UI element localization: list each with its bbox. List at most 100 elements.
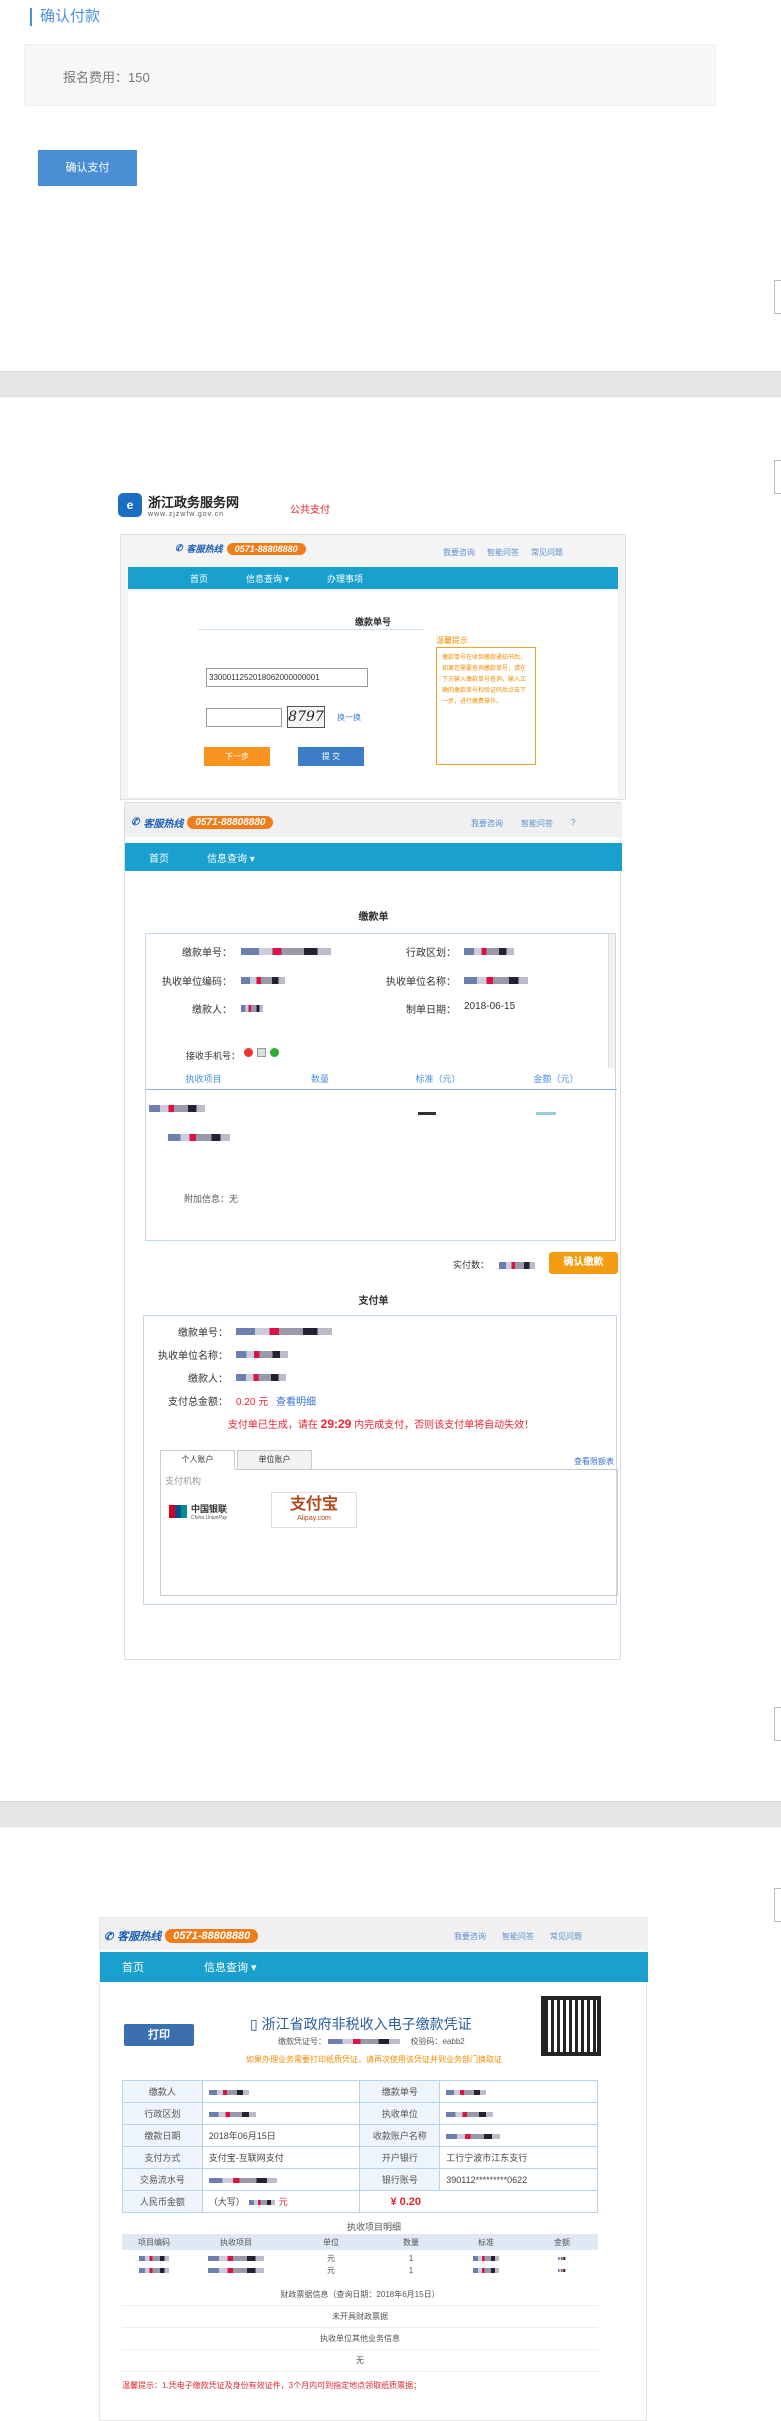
items-title: 执收项目明细 xyxy=(346,2222,401,2232)
captcha-input[interactable] xyxy=(206,708,282,727)
item-name-value xyxy=(168,1134,230,1142)
faq-link[interactable]: 常见问题 xyxy=(550,1931,582,1942)
hotline-number: 0571-88808880 xyxy=(226,542,306,555)
rmb-row: 人民币金额 （大写） 元 ¥ 0.20 xyxy=(122,2190,598,2213)
nav-home[interactable]: 首页 xyxy=(149,850,169,865)
receipt-row: 缴款人 缴款单号 xyxy=(122,2080,598,2103)
consult-link[interactable]: 我要咨询 xyxy=(471,818,503,829)
items-header: 项目编码 执收项目 单位 数量 标准 金额 xyxy=(122,2234,598,2250)
help-icon[interactable]: ? xyxy=(571,818,575,829)
site-name: 浙江政务服务网 xyxy=(148,496,240,511)
pay-box: 缴款单号： 执收单位名称： 缴款人： 支付总金额： 0.20 元 查看明细 支付… xyxy=(143,1315,618,1605)
bill-scrollbar[interactable] xyxy=(608,934,615,1068)
total-amount-value: 0.20 元 xyxy=(236,1397,269,1408)
items-col-std: 标准 xyxy=(478,2237,494,2247)
hotline-number: 0571-88808880 xyxy=(187,816,274,829)
separator-band xyxy=(0,371,781,398)
unit-other-info-value: 无 xyxy=(122,2350,598,2372)
side-edge-marker xyxy=(774,1888,781,1922)
unit-other-info: 执收单位其他业务信息 xyxy=(122,2328,598,2350)
receipt-panel: ✆ 客服热线 0571-88808880 我要咨询 智能问答 常见问题 首页 信… xyxy=(99,1917,648,2421)
bill-number-input[interactable]: 3300011252018062000000001 xyxy=(206,668,368,687)
smart-qa-link[interactable]: 智能问答 xyxy=(502,1931,534,1942)
item-unit: 元 xyxy=(327,2265,335,2275)
no-finance-bill: 未开具财政票据 xyxy=(122,2306,598,2328)
items-col-unit: 单位 xyxy=(323,2237,339,2247)
side-edge-marker xyxy=(774,460,781,494)
redacted-value xyxy=(446,2089,487,2095)
side-edge-marker xyxy=(774,280,781,314)
unionpay-en: China UnionPay xyxy=(191,1514,228,1521)
nav-bar: 首页 信息查询 ▾ 办理事项 xyxy=(128,567,618,589)
remove-icon[interactable] xyxy=(244,1048,253,1057)
pay-org-label: 支付机构 xyxy=(165,1476,202,1486)
hotline: ✆ 客服热线 0571-88808880 xyxy=(175,542,306,555)
redacted-value xyxy=(208,2111,256,2117)
nav-home[interactable]: 首页 xyxy=(190,572,208,585)
nav-info-query[interactable]: 信息查询 ▾ xyxy=(246,572,289,585)
items-col-qty: 数量 xyxy=(403,2237,419,2247)
portal-logo-icon: e xyxy=(118,493,142,517)
consult-link[interactable]: 我要咨询 xyxy=(443,547,475,558)
receipt-field-value: 支付宝-互联网支付 xyxy=(201,2146,361,2169)
receipt-field-value xyxy=(201,2168,361,2191)
consult-link[interactable]: 我要咨询 xyxy=(454,1931,486,1942)
receipt-field-value: 390112*********0622 xyxy=(439,2168,598,2191)
voucher-label: 缴款凭证号： xyxy=(278,2037,326,2046)
nav-bar: 首页 信息查询 ▾ xyxy=(100,1952,648,1982)
add-icon[interactable] xyxy=(270,1048,279,1057)
portal-logo[interactable]: e 浙江政务服务网 www.zjzwfw.gov.cn xyxy=(118,492,239,518)
amount-due-label: 实付数： xyxy=(453,1260,490,1270)
item-row: 元 1 xyxy=(122,2264,598,2276)
account-tabs: 个人账户 单位账户 查看限额表 xyxy=(160,1450,618,1470)
smart-qa-link[interactable]: 智能问答 xyxy=(487,547,519,558)
redacted-value xyxy=(446,2133,501,2139)
tab-company[interactable]: 单位账户 xyxy=(237,1450,312,1470)
bill-number-label: 缴款单号： xyxy=(182,948,232,959)
submit-button[interactable]: 提 交 xyxy=(298,747,364,766)
next-step-button[interactable]: 下一步 xyxy=(204,747,270,766)
faq-link[interactable]: 常见问题 xyxy=(531,547,563,558)
view-detail-link[interactable]: 查看明细 xyxy=(276,1393,316,1408)
redacted-value xyxy=(208,2177,277,2183)
receipt-field-label: 支付方式 xyxy=(122,2146,203,2169)
receipt-footer-block: 财政票据信息（查询日期：2018年6月15日） 未开具财政票据 执收单位其他业务… xyxy=(122,2284,598,2372)
refresh-captcha-link[interactable]: 换一换 xyxy=(337,712,361,723)
unionpay-option[interactable]: 中国银联 China UnionPay xyxy=(169,1496,245,1526)
pay-bill-number-value xyxy=(236,1328,332,1336)
finance-info: 财政票据信息（查询日期：2018年6月15日） xyxy=(122,2284,598,2306)
top-links: 我要咨询 智能问答 常见问题 xyxy=(454,1931,582,1942)
unit-name-value xyxy=(464,977,528,985)
nav-info-query[interactable]: 信息查询 ▾ xyxy=(207,850,255,865)
unit-code-label: 执收单位编码： xyxy=(162,977,232,988)
confirm-bill-payment-button[interactable]: 确认缴款 xyxy=(549,1252,618,1274)
edit-icon[interactable] xyxy=(257,1048,266,1057)
nav-home[interactable]: 首页 xyxy=(122,1959,144,1975)
item-row xyxy=(149,1101,205,1115)
pay-payer-value xyxy=(236,1374,286,1382)
alipay-en: Alipay.com xyxy=(297,1515,331,1522)
receipt-field-value xyxy=(201,2080,361,2103)
page-root: 确认付款 报名费用：150 确认支付 e 浙江政务服务网 www.zjzwfw.… xyxy=(0,0,781,2421)
items-header: 执收项目 数量 标准（元） 金额（元） xyxy=(146,1068,617,1090)
countdown-time: 29:29 xyxy=(320,1417,352,1431)
receipt-field-value xyxy=(439,2080,598,2103)
confirm-pay-button[interactable]: 确认支付 xyxy=(38,150,137,186)
smart-qa-link[interactable]: 智能问答 xyxy=(521,818,553,829)
region-label: 行政区划： xyxy=(406,948,456,959)
rmb-capital: （大写） 元 xyxy=(201,2190,361,2213)
receipt-table: 缴款人 缴款单号 行政区划 执收单位 缴款日期 2018年06月15日 收款账户名称 支付方式… xyxy=(122,2080,598,2213)
items-rows: 元 1 元 1 xyxy=(122,2252,598,2280)
unionpay-icon xyxy=(169,1504,187,1518)
print-button[interactable]: 打印 xyxy=(124,2024,194,2046)
bank-limit-link[interactable]: 查看限额表 xyxy=(574,1456,614,1467)
phone-label: 接收手机号： xyxy=(185,1051,240,1061)
items-col-qty: 数量 xyxy=(310,1074,329,1084)
nav-do-business[interactable]: 办理事项 xyxy=(327,572,363,585)
alipay-option[interactable]: 支付宝 Alipay.com xyxy=(271,1492,357,1528)
receipt-field-label: 缴款日期 xyxy=(122,2124,203,2147)
nav-info-query[interactable]: 信息查询 ▾ xyxy=(204,1959,257,1975)
side-edge-marker xyxy=(774,1707,781,1741)
tab-personal[interactable]: 个人账户 xyxy=(160,1450,235,1470)
receipt-row: 缴款日期 2018年06月15日 收款账户名称 xyxy=(122,2124,598,2147)
